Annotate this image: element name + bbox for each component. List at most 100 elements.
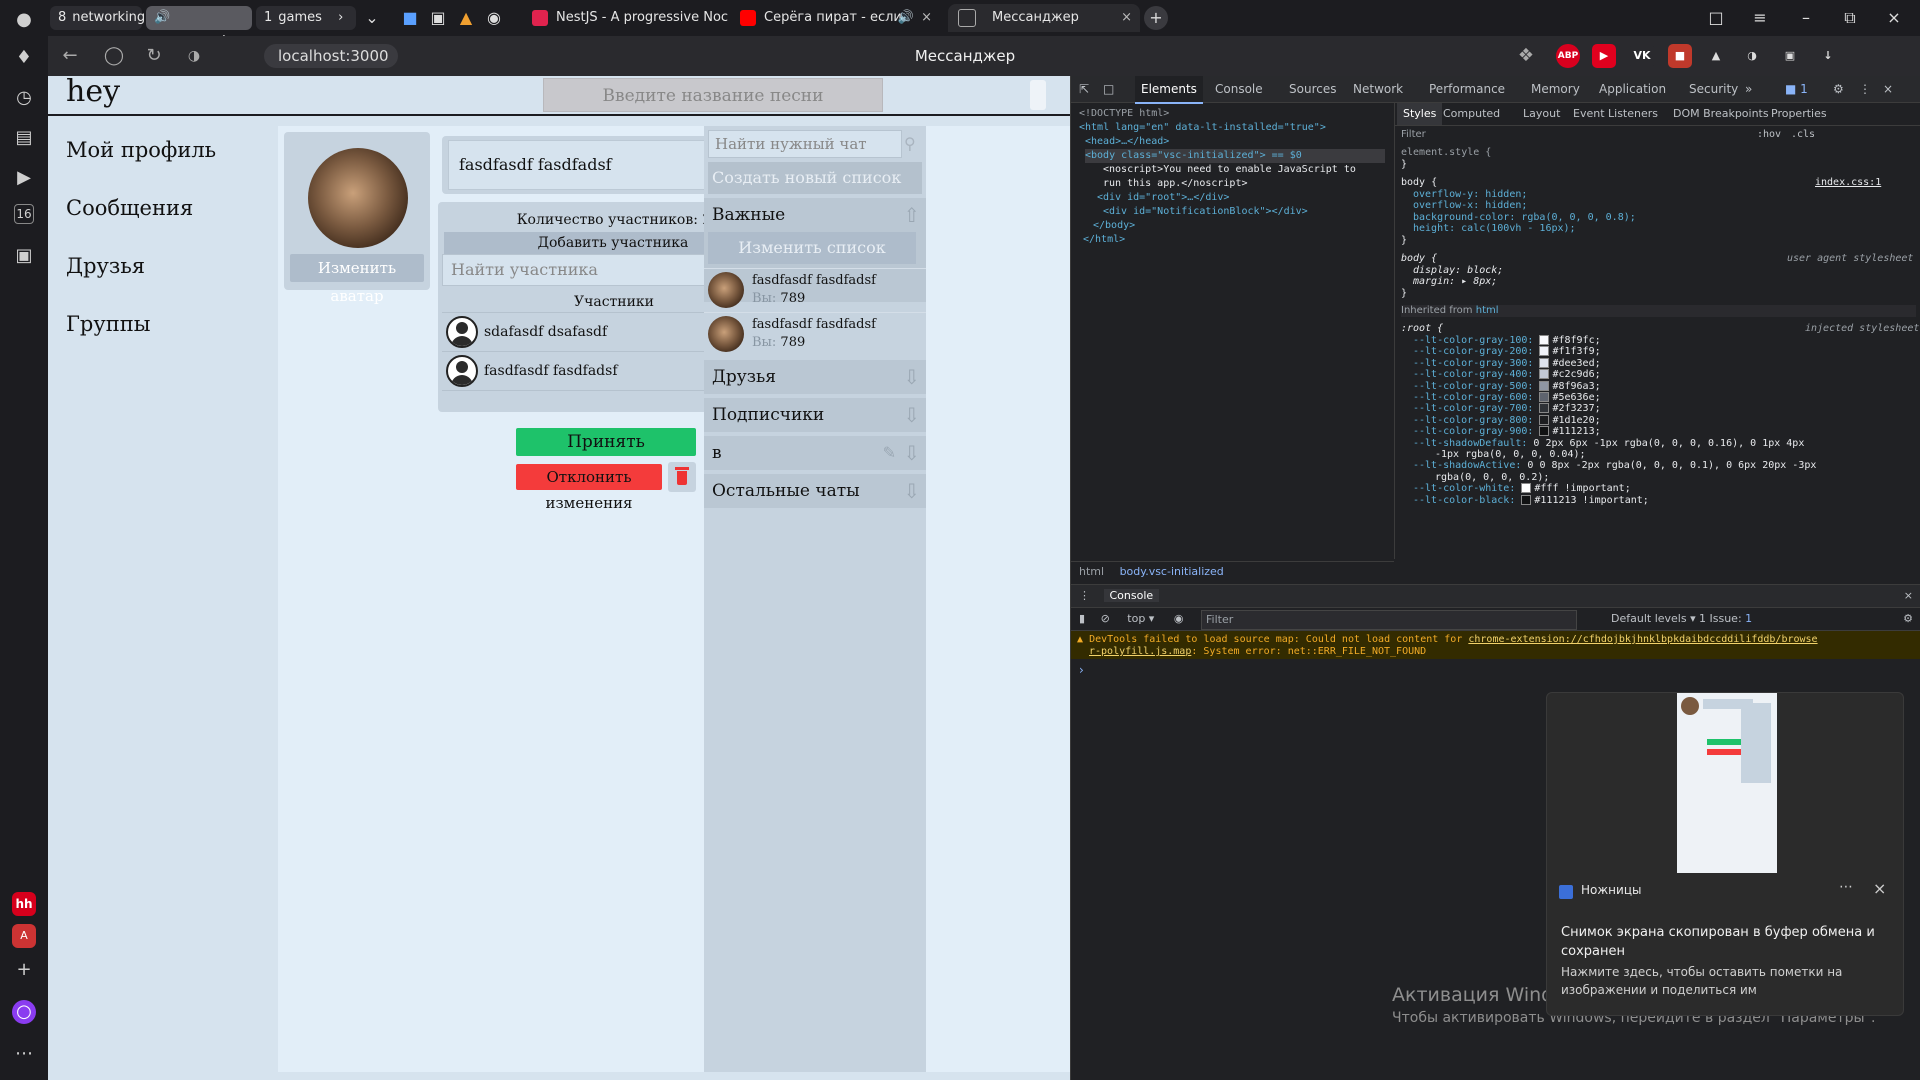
song-search-input[interactable]: Введите название песни <box>543 78 883 112</box>
color-swatch[interactable] <box>1539 403 1550 414</box>
tab-memory[interactable]: Memory <box>1531 76 1580 102</box>
chevron-up-icon[interactable]: ⇧ <box>903 198 920 232</box>
issues-button[interactable]: 1 Issue: 1 <box>1699 608 1752 630</box>
bell-icon[interactable]: ♦ <box>12 46 36 70</box>
chevron-down-icon[interactable]: ⌄ <box>360 6 384 30</box>
more-tabs-icon[interactable]: » <box>1745 76 1752 102</box>
alice-icon[interactable]: ○ <box>12 1000 36 1024</box>
sidebar-item-friends[interactable]: Друзья <box>66 254 145 278</box>
translate-icon[interactable]: A <box>12 924 36 948</box>
close-icon[interactable]: × <box>1883 76 1893 102</box>
collections-icon[interactable]: ▤ <box>12 126 36 150</box>
dom-line[interactable]: </html> <box>1083 233 1125 247</box>
dom-line[interactable]: <noscript>You need to enable JavaScript … <box>1103 163 1356 177</box>
sidebar-toggle-icon[interactable]: ▮ <box>1079 612 1085 625</box>
tab-console[interactable]: Console <box>1215 76 1263 102</box>
warning-link[interactable]: chrome-extension://cfhdojbkjhnklbpkdaibd… <box>1468 634 1817 645</box>
chevron-down-icon[interactable]: ⇩ <box>903 360 920 394</box>
minimize-icon[interactable]: – <box>1794 6 1818 30</box>
hh-icon[interactable]: hh <box>12 892 36 916</box>
dom-line[interactable]: </body> <box>1093 219 1135 233</box>
sidebar-item-groups[interactable]: Группы <box>66 312 150 336</box>
pinned-tab-icon[interactable]: ■ <box>398 6 422 30</box>
console-tab[interactable]: Console <box>1103 589 1160 602</box>
eye-icon[interactable]: ◉ <box>1174 612 1184 625</box>
extension-icon[interactable]: ▲ <box>1704 44 1728 68</box>
header-widget[interactable] <box>1030 80 1046 110</box>
site-info-icon[interactable]: ◑ <box>182 44 206 68</box>
bookmark-icon[interactable]: ❖ <box>1514 44 1538 68</box>
tab-youtube[interactable]: Серёга пират - если 🔊 × <box>740 4 940 32</box>
css-custom-prop[interactable]: --lt-shadowActive: 0 0 8px -2px rgba(0, … <box>1413 460 1816 472</box>
dom-line-selected[interactable]: <body class="vsc-initialized"> == $0 <box>1085 149 1385 163</box>
issues-badge[interactable]: ■ 1 <box>1785 76 1808 102</box>
section-friends[interactable]: Друзья ⇩ <box>704 360 926 394</box>
dom-line[interactable]: run this app.</noscript> <box>1103 177 1248 191</box>
chevron-right-icon[interactable]: › <box>338 10 343 25</box>
tab-group-games[interactable]: 1 games › <box>256 6 356 30</box>
section-custom[interactable]: в ✎ ⇩ <box>704 436 926 470</box>
css-custom-prop[interactable]: --lt-color-gray-500: #8f96a3; <box>1413 380 1601 393</box>
section-other[interactable]: Остальные чаты ⇩ <box>704 474 926 508</box>
dom-line[interactable]: <div id="NotificationBlock"></div> <box>1103 205 1308 219</box>
color-swatch[interactable] <box>1539 414 1550 425</box>
dom-line[interactable]: <head>…</head> <box>1085 135 1169 149</box>
inspect-icon[interactable]: ⇱ <box>1079 76 1089 102</box>
css-custom-prop[interactable]: --lt-color-gray-600: #5e636e; <box>1413 392 1601 404</box>
screenshot-icon[interactable]: ▣ <box>12 244 36 268</box>
tabs-icon[interactable]: □ <box>1704 6 1728 30</box>
tab-dom-breakpoints[interactable]: DOM Breakpoints <box>1673 103 1769 125</box>
css-custom-prop[interactable]: --lt-color-gray-800: #1d1e20; <box>1413 414 1601 427</box>
back-icon[interactable]: ← <box>58 44 82 68</box>
close-icon[interactable]: × <box>1121 4 1132 32</box>
tab-group-programming[interactable]: 🔊programming <box>146 6 252 49</box>
color-swatch[interactable] <box>1521 483 1532 494</box>
chevron-down-icon[interactable]: ⇩ <box>903 436 920 470</box>
pinned-tab-icon[interactable]: ▲ <box>454 6 478 30</box>
console-prompt[interactable]: › <box>1079 663 1084 677</box>
css-custom-prop[interactable]: --lt-color-white: #fff !important; <box>1413 483 1631 495</box>
dom-line[interactable]: <!DOCTYPE html> <box>1079 107 1169 121</box>
sidebar-item-profile[interactable]: Мой профиль <box>66 138 216 162</box>
color-swatch[interactable] <box>1539 380 1550 391</box>
css-custom-prop[interactable]: --lt-color-gray-100: #f8f9fc; <box>1413 335 1601 347</box>
color-swatch[interactable] <box>1539 392 1550 402</box>
tab-application[interactable]: Application <box>1599 76 1666 102</box>
yandex-icon[interactable]: ◯ <box>102 44 126 68</box>
color-swatch[interactable] <box>1539 357 1550 368</box>
css-prop[interactable]: overflow-x: hidden; <box>1413 200 1527 212</box>
tab-elements[interactable]: Elements <box>1135 76 1203 104</box>
color-swatch[interactable] <box>1539 346 1550 357</box>
tab-sources[interactable]: Sources <box>1289 76 1336 102</box>
crumb[interactable]: body.vsc-initialized <box>1120 565 1224 578</box>
tab-computed[interactable]: Computed <box>1443 103 1500 125</box>
close-icon[interactable]: × <box>1873 879 1886 898</box>
reject-changes-button[interactable]: Отклонить изменения <box>516 464 662 512</box>
dom-line[interactable]: <div id="root">…</div> <box>1097 191 1229 205</box>
badge-16[interactable]: 16 <box>14 204 34 224</box>
change-list-button[interactable]: Изменить список <box>708 232 916 264</box>
adblock-icon[interactable]: ABP <box>1556 44 1580 68</box>
add-icon[interactable]: + <box>12 958 36 982</box>
css-custom-prop[interactable]: --lt-color-black: #111213 !important; <box>1413 494 1649 507</box>
youtube-ext-icon[interactable]: ▶ <box>1592 44 1616 68</box>
extensions-puzzle-icon[interactable]: ▣ <box>1778 44 1802 68</box>
levels-select[interactable]: Default levels ▾ <box>1611 608 1696 630</box>
kebab-icon[interactable]: ⋮ <box>1859 76 1871 102</box>
gear-icon[interactable]: ⚙ <box>1833 76 1844 102</box>
extension-icon[interactable]: ■ <box>1668 44 1692 68</box>
css-custom-prop[interactable]: rgba(0, 0, 0, 0.2); <box>1435 472 1549 484</box>
speaker-icon[interactable]: 🔊 <box>898 4 914 32</box>
tab-network[interactable]: Network <box>1353 76 1403 102</box>
section-subscribers[interactable]: Подписчики ⇩ <box>704 398 926 432</box>
console-filter-input[interactable]: Filter <box>1201 610 1577 630</box>
pinned-tab-icon[interactable]: ▣ <box>426 6 450 30</box>
dom-line[interactable]: <html lang="en" data-lt-installed="true"… <box>1079 121 1326 135</box>
source-link[interactable]: index.css:1 <box>1815 177 1881 189</box>
color-swatch[interactable] <box>1539 426 1550 437</box>
tab-messenger[interactable]: Мессанджер × <box>948 4 1140 32</box>
cls-button[interactable]: .cls <box>1791 129 1815 141</box>
restore-icon[interactable]: ⧉ <box>1838 6 1862 30</box>
chat-item[interactable]: fasdfasdf fasdfadsf Вы: 789 <box>704 312 926 355</box>
hov-button[interactable]: :hov <box>1757 129 1781 141</box>
